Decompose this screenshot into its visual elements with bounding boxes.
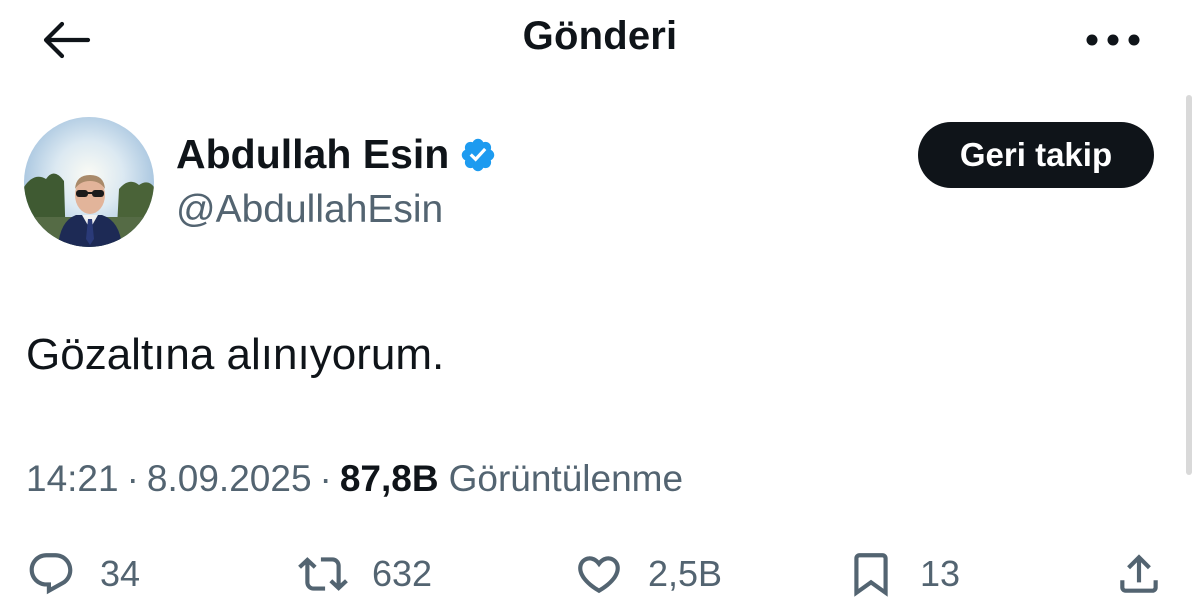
repost-button[interactable]: 632 xyxy=(298,546,432,602)
author-display-name[interactable]: Abdullah Esin xyxy=(176,131,497,178)
repost-count: 632 xyxy=(372,553,433,594)
page-title: Gönderi xyxy=(522,14,678,58)
reply-button[interactable]: 34 xyxy=(26,546,140,602)
avatar[interactable] xyxy=(24,117,154,247)
reply-icon xyxy=(29,553,73,595)
heart-icon xyxy=(578,556,620,594)
post-time[interactable]: 14:21 xyxy=(26,458,119,500)
like-count: 2,5B xyxy=(648,553,723,594)
more-horizontal-icon xyxy=(1086,34,1140,46)
views-count[interactable]: 87,8B xyxy=(340,458,439,500)
bookmark-icon xyxy=(854,553,888,597)
share-icon xyxy=(1120,554,1158,593)
author-handle[interactable]: @AbdullahEsin xyxy=(176,188,443,232)
more-options-button[interactable] xyxy=(1080,18,1146,62)
repost-icon xyxy=(298,557,348,591)
views-label: Görüntülenme xyxy=(448,458,684,499)
separator: · xyxy=(126,458,139,499)
post-date[interactable]: 8.09.2025 xyxy=(147,458,312,500)
post-meta: 14:21 · 8.09.2025 · 87,8B Görüntülenme xyxy=(26,458,683,500)
like-button[interactable]: 2,5B xyxy=(574,546,722,602)
scrollbar[interactable] xyxy=(1186,95,1192,475)
bookmark-button[interactable]: 13 xyxy=(846,546,960,602)
share-button[interactable] xyxy=(1114,546,1164,602)
bookmark-count: 13 xyxy=(920,553,961,594)
reply-count: 34 xyxy=(100,553,141,594)
verified-badge-icon xyxy=(459,136,497,174)
post-text: Gözaltına alınıyorum. xyxy=(26,330,445,379)
separator: · xyxy=(319,458,332,499)
follow-back-button[interactable]: Geri takip xyxy=(918,122,1154,188)
author-name-text: Abdullah Esin xyxy=(176,131,450,177)
